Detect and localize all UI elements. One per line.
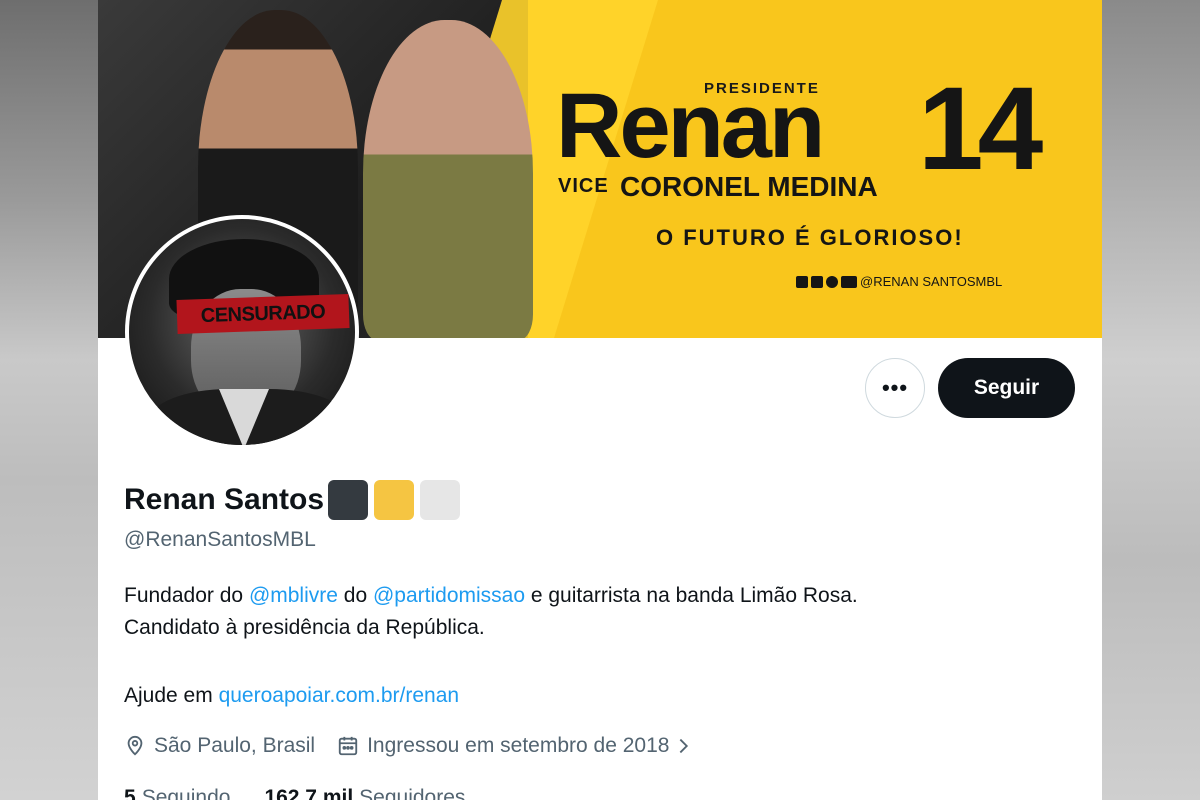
following-label: Seguindo bbox=[141, 786, 231, 800]
tiktok-icon bbox=[796, 275, 808, 288]
bio-support-line: Ajude em queroapoiar.com.br/renan bbox=[124, 680, 459, 712]
banner-social-handle: @RENAN SANTOSMBL bbox=[860, 274, 1003, 289]
profile-panel: PRESIDENTE Renan 14 VICE CORONEL MEDINA … bbox=[98, 0, 1102, 800]
more-options-button[interactable]: ••• bbox=[865, 358, 925, 418]
support-link[interactable]: queroapoiar.com.br/renan bbox=[219, 684, 460, 707]
user-handle: @RenanSantosMBL bbox=[124, 528, 316, 551]
badge-light bbox=[420, 480, 461, 520]
followers-count: 162,7 mil bbox=[264, 786, 354, 800]
banner-coronel-text: CORONEL MEDINA bbox=[620, 171, 878, 202]
location-item: São Paulo, Brasil bbox=[124, 734, 315, 758]
display-name: Renan Santos bbox=[124, 483, 325, 516]
badge-dark bbox=[328, 480, 369, 520]
instagram-icon bbox=[811, 275, 823, 288]
following-stat[interactable]: 5 Seguindo bbox=[124, 786, 230, 800]
banner-number-text: 14 bbox=[918, 63, 1043, 195]
background-right bbox=[1102, 0, 1200, 800]
banner-social-row: @RENAN SANTOSMBL bbox=[796, 274, 1002, 289]
chevron-right-icon bbox=[680, 738, 689, 754]
following-count: 5 bbox=[124, 786, 136, 800]
follow-button[interactable]: Seguir bbox=[938, 358, 1075, 418]
avatar[interactable]: CENSURADO bbox=[125, 215, 359, 449]
profile-meta: São Paulo, Brasil Ingressou em setembro … bbox=[124, 734, 715, 758]
joined-item[interactable]: Ingressou em setembro de 2018 bbox=[337, 734, 693, 758]
followers-stat[interactable]: 162,7 mil Seguidores bbox=[264, 786, 465, 800]
banner-person-right bbox=[363, 20, 533, 338]
background-left bbox=[0, 0, 98, 800]
name-row: Renan Santos bbox=[124, 480, 461, 520]
banner-renan-text: Renan bbox=[556, 75, 825, 177]
censored-overlay: CENSURADO bbox=[176, 294, 350, 334]
bio-text-3: e guitarrista na banda Limão Rosa. bbox=[525, 584, 858, 607]
calendar-icon bbox=[338, 736, 358, 756]
followers-label: Seguidores bbox=[359, 786, 466, 800]
bio-text-2: do bbox=[337, 584, 373, 607]
banner-vice-text: VICE bbox=[558, 175, 609, 197]
facebook-icon bbox=[826, 275, 838, 288]
youtube-icon bbox=[841, 275, 857, 288]
joined-text: Ingressou em setembro de 2018 bbox=[367, 734, 670, 757]
mention-mblivre[interactable]: @mblivre bbox=[249, 584, 338, 607]
bio-text-1: Fundador do bbox=[124, 584, 249, 607]
location-pin-icon bbox=[127, 735, 143, 756]
follow-stats: 5 Seguindo 162,7 mil Seguidores bbox=[124, 786, 499, 800]
bio: Fundador do @mblivre do @partidomissao e… bbox=[124, 580, 1074, 644]
location-text: São Paulo, Brasil bbox=[154, 734, 316, 757]
support-prefix: Ajude em bbox=[124, 684, 219, 707]
mention-partidomissao[interactable]: @partidomissao bbox=[373, 584, 525, 607]
banner-slogan-text: O FUTURO É GLORIOSO! bbox=[656, 225, 964, 250]
badge-yellow bbox=[374, 480, 415, 520]
bio-line-2: Candidato à presidência da República. bbox=[124, 616, 485, 639]
